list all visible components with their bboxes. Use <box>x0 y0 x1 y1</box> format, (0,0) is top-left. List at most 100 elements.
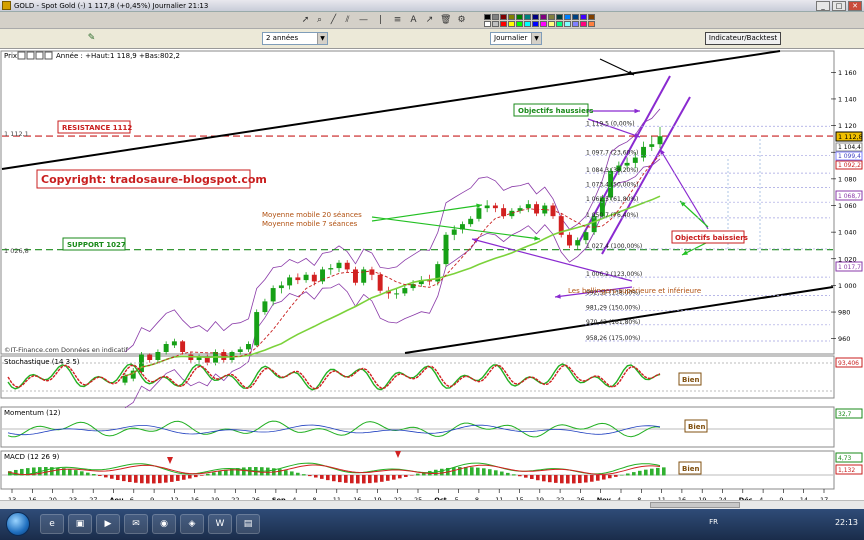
macd-bar <box>374 475 378 483</box>
chart-app-icon[interactable]: ▤ <box>236 514 260 534</box>
indicator-backtest-button[interactable]: Indicateur/Backtest <box>705 32 781 45</box>
outlook-icon[interactable]: ✉ <box>124 514 148 534</box>
panel-settings-icon[interactable] <box>17 51 26 60</box>
explorer-icon[interactable]: ◈ <box>180 514 204 534</box>
swatch-brown[interactable] <box>588 14 595 20</box>
macd-bar <box>56 467 60 476</box>
word-icon[interactable]: W <box>208 514 232 534</box>
trendline-icon[interactable]: ╱ <box>328 15 339 26</box>
price-chart-svg[interactable]: 1 119,5 (0,00%) 1 097,7 (23,60%) 1 084,3 (… <box>0 49 864 509</box>
swatch-magenta[interactable] <box>540 21 547 27</box>
swatch-cyan[interactable] <box>524 21 531 27</box>
candle-body <box>361 269 367 283</box>
candle-body <box>122 375 128 383</box>
scrollbar-thumb[interactable] <box>650 502 740 508</box>
stochastic-badge: Bien <box>682 376 699 384</box>
interval-select[interactable]: Journalier ▼ <box>490 32 542 45</box>
copyright-label: Copyright: tradosaure-blogspot.com <box>41 173 267 186</box>
swatch-purple[interactable] <box>540 14 547 20</box>
macd-bar <box>284 470 288 476</box>
macd-bar <box>512 474 516 476</box>
candle-body <box>468 218 474 225</box>
swatch-pink[interactable] <box>580 21 587 27</box>
panel-restore-icon[interactable] <box>26 51 35 60</box>
ie-icon[interactable]: e <box>40 514 64 534</box>
maximize-button[interactable]: □ <box>832 1 846 11</box>
candle-body <box>270 288 276 302</box>
macd-bar <box>308 475 312 477</box>
swatch-steel[interactable] <box>572 14 579 20</box>
vertical-line-icon[interactable]: | <box>375 15 386 26</box>
delete-icon[interactable]: 🗑 <box>440 15 451 26</box>
macd-bar <box>650 468 654 476</box>
macd-value-2: 1,132 <box>838 467 855 474</box>
candle-body <box>344 262 350 270</box>
horizontal-line-icon[interactable]: — <box>358 15 369 26</box>
swatch-springgreen[interactable] <box>556 21 563 27</box>
macd-bar <box>590 475 594 482</box>
candle-body <box>534 204 540 214</box>
swatch-gray[interactable] <box>492 14 499 20</box>
price-axis: 1 1601 1401 1201 1001 0801 0601 0401 020… <box>831 69 857 343</box>
macd-bar <box>302 474 306 476</box>
start-button[interactable] <box>6 512 30 536</box>
macd-bar <box>494 470 498 476</box>
macd-bar <box>182 475 186 480</box>
swatch-darkteal[interactable] <box>556 14 563 20</box>
macd-bar <box>566 475 570 484</box>
swatch-yellow[interactable] <box>508 21 515 27</box>
candle-body <box>369 269 375 275</box>
panel-maximize-icon[interactable] <box>35 51 44 60</box>
swatch-navy[interactable] <box>532 14 539 20</box>
draw-tool-icon[interactable]: ✎ <box>86 33 97 44</box>
swatch-blue[interactable] <box>564 14 571 20</box>
macd-bar <box>620 474 624 476</box>
macd-badge: Bien <box>682 465 699 473</box>
macd-bar <box>128 475 132 483</box>
folder-icon[interactable]: ▣ <box>68 514 92 534</box>
swatch-lavender[interactable] <box>572 21 579 27</box>
swatch-orange[interactable] <box>588 21 595 27</box>
swatch-silver[interactable] <box>492 21 499 27</box>
arrow-icon[interactable]: ↗ <box>424 15 435 26</box>
macd-bar <box>518 475 522 477</box>
zoom-icon[interactable]: ⌕ <box>314 15 325 26</box>
swatch-lime[interactable] <box>516 21 523 27</box>
horizontal-scrollbar[interactable] <box>0 500 864 509</box>
period-select-value: 2 années <box>266 34 299 42</box>
text-icon[interactable]: A <box>408 15 419 26</box>
fibonacci-icon[interactable]: ≡ <box>392 15 403 26</box>
firefox-icon[interactable]: ◉ <box>152 514 176 534</box>
swatch-maroon[interactable] <box>500 14 507 20</box>
swatch-red[interactable] <box>500 21 507 27</box>
swatch-lightyellow[interactable] <box>548 21 555 27</box>
candle-body <box>525 204 531 209</box>
swatch-white[interactable] <box>484 21 491 27</box>
swatch-pureblue[interactable] <box>532 21 539 27</box>
taskbar-clock[interactable]: 22:13 <box>835 518 858 527</box>
pointer-icon[interactable]: ➚ <box>300 15 311 26</box>
candle-body <box>501 208 507 217</box>
swatch-green[interactable] <box>516 14 523 20</box>
candle-body <box>204 357 210 363</box>
swatch-khaki[interactable] <box>548 14 555 20</box>
period-select[interactable]: 2 années ▼ <box>262 32 328 45</box>
swatch-violet[interactable] <box>580 14 587 20</box>
close-button[interactable]: ✕ <box>848 1 862 11</box>
settings-icon[interactable]: ⚙ <box>456 15 467 26</box>
chart-area[interactable]: 1 119,5 (0,00%) 1 097,7 (23,60%) 1 084,3 (… <box>0 49 864 509</box>
swatch-lightcyan[interactable] <box>564 21 571 27</box>
channel-icon[interactable]: ⫽ <box>342 15 353 26</box>
media-icon[interactable]: ▶ <box>96 514 120 534</box>
minimize-button[interactable]: _ <box>816 1 830 11</box>
swatch-teal[interactable] <box>524 14 531 20</box>
swatch-olive[interactable] <box>508 14 515 20</box>
candle-body <box>155 352 161 360</box>
panel-close-icon[interactable] <box>44 51 53 60</box>
macd-bar <box>452 467 456 476</box>
language-indicator[interactable]: FR <box>709 518 718 526</box>
macd-bar <box>146 475 150 484</box>
macd-bar <box>86 472 90 476</box>
swatch-black[interactable] <box>484 14 491 20</box>
macd-bar <box>158 475 162 484</box>
